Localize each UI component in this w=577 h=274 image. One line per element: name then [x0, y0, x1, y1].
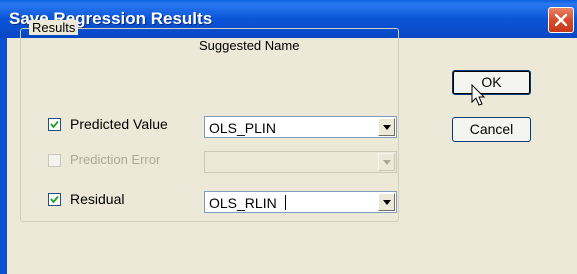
residual-combo[interactable]: OLS_RLIN	[204, 191, 397, 213]
results-group-label: Results	[29, 20, 79, 35]
predicted-value-dropdown-button[interactable]	[378, 118, 395, 136]
prediction-error-checkbox[interactable]	[48, 154, 61, 167]
cancel-button[interactable]: Cancel	[452, 117, 531, 142]
checkmark-icon	[50, 120, 59, 129]
prediction-error-combo[interactable]	[204, 151, 397, 173]
ok-button[interactable]: OK	[452, 70, 531, 95]
dialog-window: Save Regression Results Results Suggeste…	[0, 0, 577, 274]
predicted-value-checkbox[interactable]	[48, 118, 61, 131]
suggested-name-header: Suggested Name	[199, 38, 300, 53]
residual-checkbox[interactable]	[48, 193, 61, 206]
predicted-value-combo[interactable]: OLS_PLIN	[204, 116, 397, 138]
chevron-down-icon	[383, 160, 391, 165]
chevron-down-icon	[383, 200, 391, 205]
close-icon	[554, 13, 568, 27]
predicted-value-label: Predicted Value	[70, 116, 168, 132]
predicted-value-input[interactable]: OLS_PLIN	[209, 120, 276, 136]
checkmark-icon	[50, 195, 59, 204]
residual-label: Residual	[70, 191, 125, 207]
mouse-pointer-icon	[471, 84, 486, 106]
residual-input[interactable]: OLS_RLIN	[209, 195, 277, 211]
text-caret	[285, 195, 286, 210]
close-button[interactable]	[548, 7, 574, 33]
residual-dropdown-button[interactable]	[378, 193, 395, 211]
chevron-down-icon	[383, 125, 391, 130]
prediction-error-dropdown-button[interactable]	[378, 153, 395, 171]
prediction-error-label: Prediction Error	[70, 152, 161, 167]
